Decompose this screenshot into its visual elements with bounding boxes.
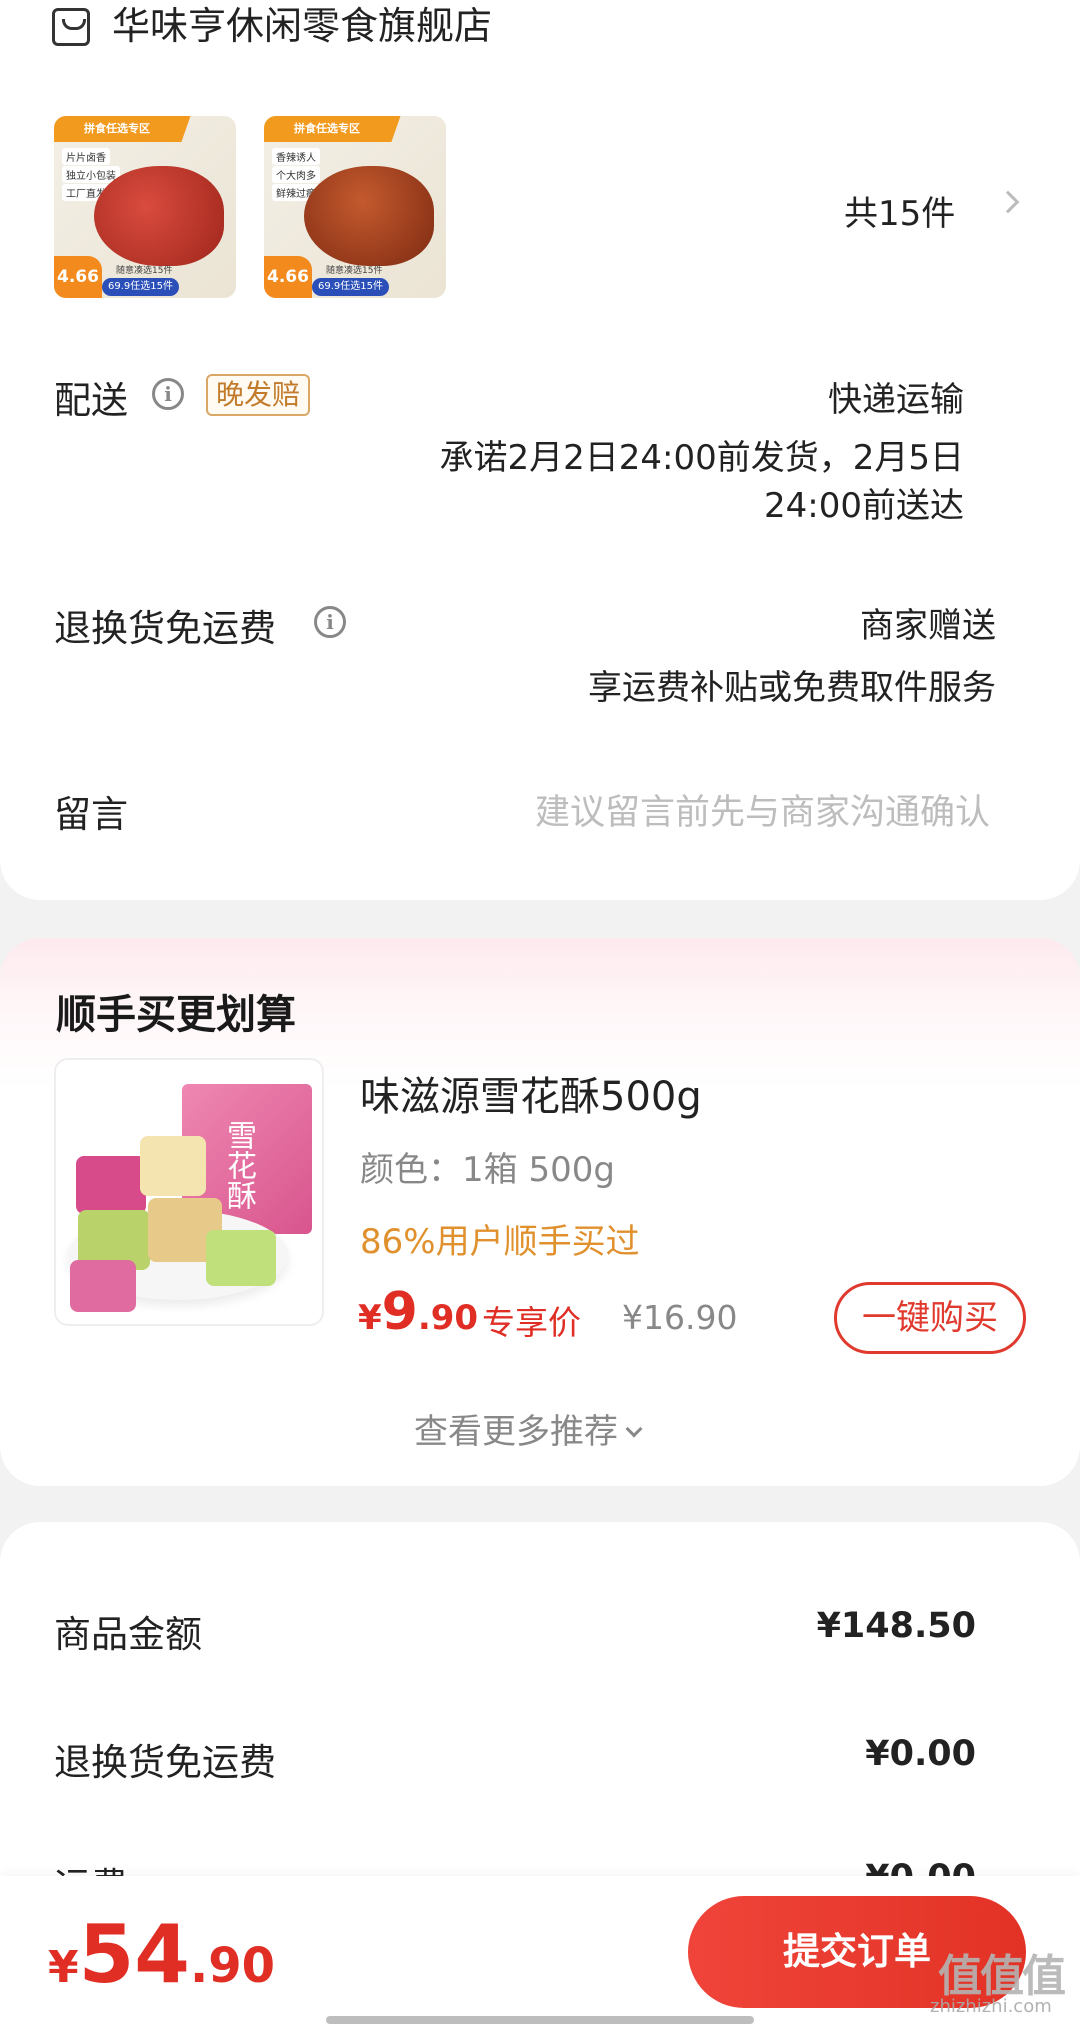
product-box-text: 雪花酥 xyxy=(221,1120,256,1210)
item-count[interactable]: 共15件 xyxy=(844,186,955,235)
summary-label: 退换货免运费 xyxy=(54,1741,276,1784)
delivery-promise-line2: 24:00前送达 xyxy=(764,486,964,526)
more-recommendations-link[interactable]: 查看更多推荐 xyxy=(414,1404,643,1453)
delivery-method: 快递运输 xyxy=(828,380,964,420)
watermark-logo: 值值值 xyxy=(938,1951,1066,2002)
store-name[interactable]: 华味亨休闲零食旗舰店 xyxy=(112,0,492,52)
one-click-buy-button[interactable]: 一键购买 xyxy=(834,1282,1026,1354)
price-symbol: ¥ xyxy=(358,1298,382,1338)
chevron-down-icon xyxy=(625,1420,643,1438)
summary-label: 商品金额 xyxy=(54,1613,202,1656)
delivery-promise-line1: 承诺2月2日24:00前发货，2月5日 xyxy=(439,438,964,478)
summary-value: ¥0.00 xyxy=(865,1734,976,1774)
return-shipping-desc: 享运费补贴或免费取件服务 xyxy=(588,668,996,708)
thumbnail-price: 4.66 xyxy=(264,256,312,298)
return-shipping-label: 退换货免运费 xyxy=(54,607,276,650)
store-icon[interactable] xyxy=(52,8,90,46)
more-recommendations-label: 查看更多推荐 xyxy=(414,1412,618,1452)
thumbnail-banner-text: 拼食任选专区 xyxy=(84,122,150,135)
thumbnail-deal: 69.9任选15件 xyxy=(102,278,179,296)
thumbnail-deal-top: 随意凑选15件 xyxy=(116,266,173,276)
snack-piece xyxy=(70,1260,136,1312)
watermark-url: zhizhizhi.com xyxy=(930,1996,1052,2017)
total-integer: 54 xyxy=(78,1908,190,2001)
food-image xyxy=(94,166,224,266)
recommended-product-name[interactable]: 味滋源雪花酥500g xyxy=(360,1064,702,1122)
original-price: ¥16.90 xyxy=(622,1298,738,1337)
info-icon[interactable]: i xyxy=(152,378,184,410)
return-shipping-value: 商家赠送 xyxy=(860,606,996,646)
snack-piece xyxy=(76,1156,146,1214)
recommendation-title: 顺手买更划算 xyxy=(56,992,296,1038)
snack-piece xyxy=(206,1230,276,1286)
recommended-product-spec: 颜色：1箱 500g xyxy=(360,1150,615,1190)
thumbnail-deal: 69.9任选15件 xyxy=(312,278,389,296)
summary-value: ¥148.50 xyxy=(816,1606,976,1646)
food-image xyxy=(304,166,434,266)
total-symbol: ¥ xyxy=(48,1942,79,1993)
total-price: ¥54.90 xyxy=(48,1908,275,2001)
thumbnail-tag: 香辣诱人 xyxy=(272,148,320,165)
price-decimal: .90 xyxy=(417,1298,479,1338)
exclusive-price-label: 专享价 xyxy=(482,1303,581,1342)
message-label: 留言 xyxy=(54,793,128,836)
product-thumbnail[interactable]: 拼食任选专区 香辣诱人 个大肉多 鲜辣过瘾 4.66 随意凑选15件 69.9任… xyxy=(264,116,446,298)
thumbnail-deal-top: 随意凑选15件 xyxy=(326,266,383,276)
thumbnail-tag: 个大肉多 xyxy=(272,166,320,183)
home-indicator[interactable] xyxy=(326,2016,754,2024)
snack-piece xyxy=(140,1136,206,1196)
chevron-right-icon[interactable] xyxy=(996,190,1020,214)
thumbnail-tag: 片片卤香 xyxy=(62,148,110,165)
social-proof: 86%用户顺手买过 xyxy=(360,1222,640,1262)
late-compensation-badge: 晚发赔 xyxy=(206,374,311,416)
order-card: 华味亨休闲零食旗舰店 拼食任选专区 片片卤香 独立小包装 工厂直发 4.66 随… xyxy=(0,0,1080,900)
product-thumbnail[interactable]: 拼食任选专区 片片卤香 独立小包装 工厂直发 4.66 随意凑选15件 69.9… xyxy=(54,116,236,298)
thumbnail-banner-text: 拼食任选专区 xyxy=(294,122,360,135)
recommended-product-price: ¥9.90 xyxy=(358,1282,478,1342)
info-icon[interactable]: i xyxy=(314,606,346,638)
message-input[interactable]: 建议留言前先与商家沟通确认 xyxy=(535,784,990,835)
total-decimal: .90 xyxy=(189,1938,275,1994)
price-integer: 9 xyxy=(381,1282,418,1342)
delivery-label: 配送 xyxy=(54,379,128,422)
thumbnail-price: 4.66 xyxy=(54,256,102,298)
recommended-product-image[interactable]: 雪花酥 xyxy=(54,1058,324,1326)
